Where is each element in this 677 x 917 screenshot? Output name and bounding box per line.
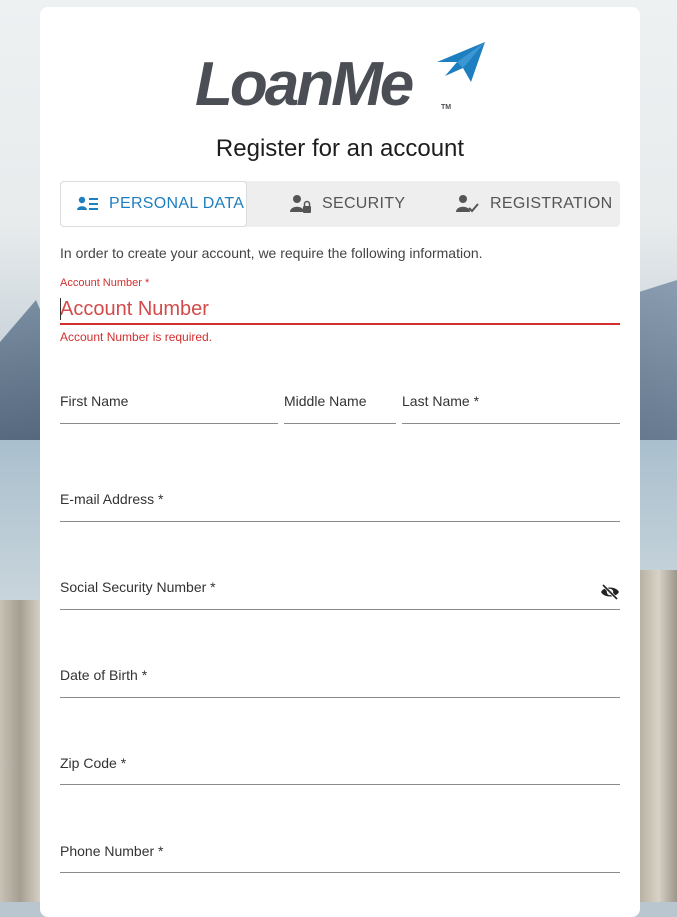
- intro-text: In order to create your account, we requ…: [60, 245, 483, 261]
- logo-trademark: TM: [441, 104, 452, 111]
- user-lock-icon: [290, 195, 311, 213]
- field-underline: [60, 521, 620, 522]
- last-name-label: Last Name *: [402, 393, 480, 409]
- tab-registration[interactable]: REGISTRATION: [456, 181, 620, 227]
- field-underline: [60, 609, 620, 610]
- middle-name-field[interactable]: Middle Name: [284, 393, 396, 424]
- first-name-field[interactable]: First Name: [60, 393, 278, 424]
- phone-label: Phone Number *: [60, 843, 164, 859]
- user-check-icon: [456, 195, 479, 213]
- paper-plane-icon: [437, 42, 485, 82]
- wooden-post-left: [0, 600, 40, 902]
- text-cursor: [60, 298, 61, 320]
- loanme-logo: LoanMe TM: [195, 42, 495, 122]
- tab-security[interactable]: SECURITY: [290, 181, 440, 227]
- dob-label: Date of Birth *: [60, 667, 148, 683]
- page-title: Register for an account: [215, 135, 465, 162]
- zip-label: Zip Code *: [60, 755, 127, 771]
- field-underline: [60, 784, 620, 785]
- tab-personal-data[interactable]: PERSONAL DATA: [60, 181, 247, 227]
- middle-name-label: Middle Name: [284, 393, 367, 409]
- email-field[interactable]: E-mail Address *: [60, 491, 620, 522]
- field-underline: [60, 697, 620, 698]
- first-name-label: First Name: [60, 393, 129, 409]
- phone-field[interactable]: Phone Number *: [60, 843, 620, 873]
- dob-field[interactable]: Date of Birth *: [60, 667, 620, 698]
- account-number-label: Account Number *: [60, 277, 150, 289]
- user-list-icon: [77, 196, 98, 210]
- logo-wordmark: LoanMe: [195, 50, 414, 119]
- wooden-post-right: [640, 570, 677, 902]
- field-underline: [60, 872, 620, 873]
- tab-label: REGISTRATION: [490, 195, 613, 212]
- ssn-label: Social Security Number *: [60, 579, 216, 595]
- zip-field[interactable]: Zip Code *: [60, 755, 620, 785]
- registration-card: LoanMe TM Register for an account PERSON…: [40, 7, 640, 917]
- field-underline: [60, 423, 278, 424]
- last-name-field[interactable]: Last Name *: [402, 393, 620, 424]
- step-tabs: PERSONAL DATA SECURITY REGISTRATION: [60, 181, 620, 227]
- email-label: E-mail Address *: [60, 491, 164, 507]
- tab-label: SECURITY: [322, 195, 406, 212]
- account-number-input[interactable]: [60, 295, 620, 323]
- account-number-error: Account Number is required.: [60, 330, 213, 344]
- eye-off-icon[interactable]: [600, 584, 620, 600]
- tab-label: PERSONAL DATA: [109, 195, 245, 212]
- ssn-field[interactable]: Social Security Number *: [60, 579, 620, 610]
- field-underline: [284, 423, 396, 424]
- field-underline: [402, 423, 620, 424]
- account-number-underline: [60, 323, 620, 325]
